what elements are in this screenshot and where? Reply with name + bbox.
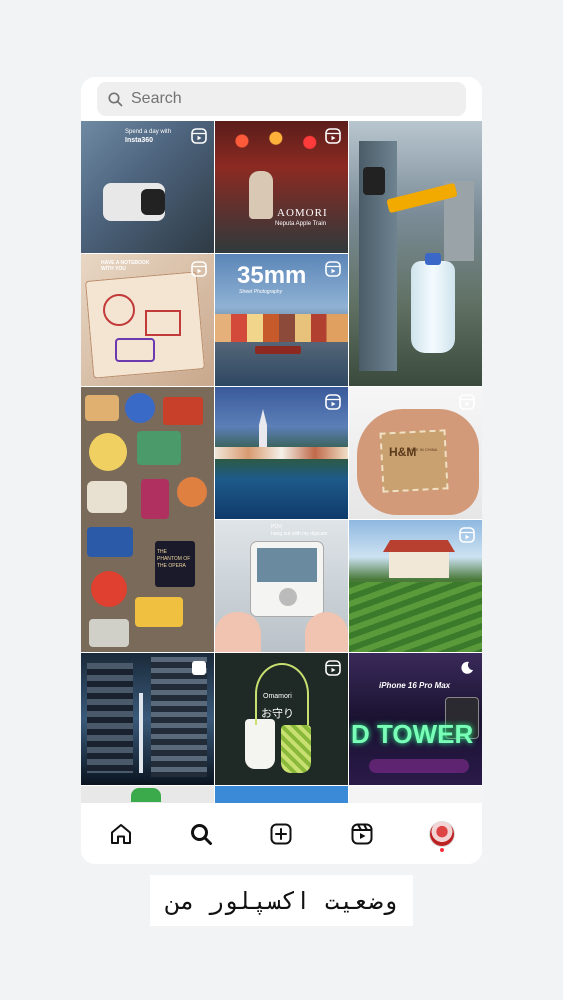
post-tile-35mm[interactable]: 35mm Street Photography (215, 254, 348, 386)
post-tile-aomori[interactable]: AOMORI Neputa Apple Train (215, 121, 348, 253)
tile-text: Omamori (263, 693, 292, 700)
tile-text: POV: (271, 524, 283, 530)
reel-icon (459, 394, 475, 410)
nav-reels-button[interactable] (342, 814, 382, 854)
post-tile-hallstatt[interactable] (215, 387, 348, 519)
post-tile-digicam[interactable]: POV: hang out with my digicam (215, 520, 348, 652)
notification-dot (439, 847, 444, 852)
post-tile-building[interactable] (81, 653, 214, 785)
post-tile-hm-tag[interactable]: H&M MADE IN CHINA (349, 387, 482, 519)
post-tile-map[interactable] (81, 786, 214, 803)
tile-text: iPhone 16 Pro Max (379, 681, 451, 690)
tile-text: WITH YOU (101, 266, 126, 272)
tile-subtitle: Neputa Apple Train (275, 221, 327, 227)
tile-text: hang out with my digicam (271, 531, 328, 537)
nav-home-button[interactable] (101, 814, 141, 854)
multi-post-icon (192, 661, 206, 675)
reel-icon (325, 660, 341, 676)
post-tile-partial[interactable] (349, 786, 482, 803)
tile-neon-text: D TOWER (351, 719, 474, 749)
post-tile-sky[interactable] (215, 786, 348, 803)
nav-create-button[interactable] (261, 814, 301, 854)
home-icon (111, 823, 132, 844)
caption-text: وضعیت اکسپلور من (150, 875, 413, 926)
post-tile-notebook[interactable]: HAVE A NOTEBOOK WITH YOU (81, 254, 214, 386)
add-post-icon (270, 823, 292, 844)
tile-title: AOMORI (277, 207, 328, 219)
search-icon (107, 91, 123, 107)
tile-text: MADE IN CHINA (407, 447, 438, 452)
nav-profile-button[interactable] (422, 814, 462, 854)
post-tile-iphone-neon[interactable]: iPhone 16 Pro Max D TOWER (349, 653, 482, 785)
tile-text: Spend a day with (125, 129, 172, 135)
phone-screen: Search Spend a day with Insta360 AOMORI … (81, 77, 482, 864)
dark-mode-icon (461, 661, 473, 674)
post-tile-omamori[interactable]: Omamori お守り (215, 653, 348, 785)
reel-icon (325, 394, 341, 410)
reels-icon (351, 823, 373, 844)
reel-icon (325, 261, 341, 277)
nav-search-button[interactable] (181, 814, 221, 854)
tile-text: THE PHANTOM OF THE OPERA (157, 549, 191, 569)
reel-icon (191, 128, 207, 144)
post-tile-magnets[interactable]: THE PHANTOM OF THE OPERA (81, 387, 214, 652)
bottom-nav (81, 803, 482, 864)
tile-title: 35mm (237, 262, 307, 289)
tile-text: Insta360 (125, 137, 154, 144)
tile-text: お守り (261, 708, 294, 720)
explore-grid: Spend a day with Insta360 AOMORI Neputa … (81, 121, 482, 803)
post-tile-mount-bottle[interactable] (349, 121, 482, 386)
tile-subtitle: Street Photography (239, 289, 283, 295)
reel-icon (325, 128, 341, 144)
reel-icon (191, 261, 207, 277)
search-icon (191, 823, 213, 845)
search-bar[interactable]: Search (97, 82, 466, 116)
post-tile-insta360[interactable]: Spend a day with Insta360 (81, 121, 214, 253)
reel-icon (459, 527, 475, 543)
search-placeholder: Search (131, 90, 182, 107)
avatar (428, 820, 455, 847)
post-tile-tea-house[interactable] (349, 520, 482, 652)
